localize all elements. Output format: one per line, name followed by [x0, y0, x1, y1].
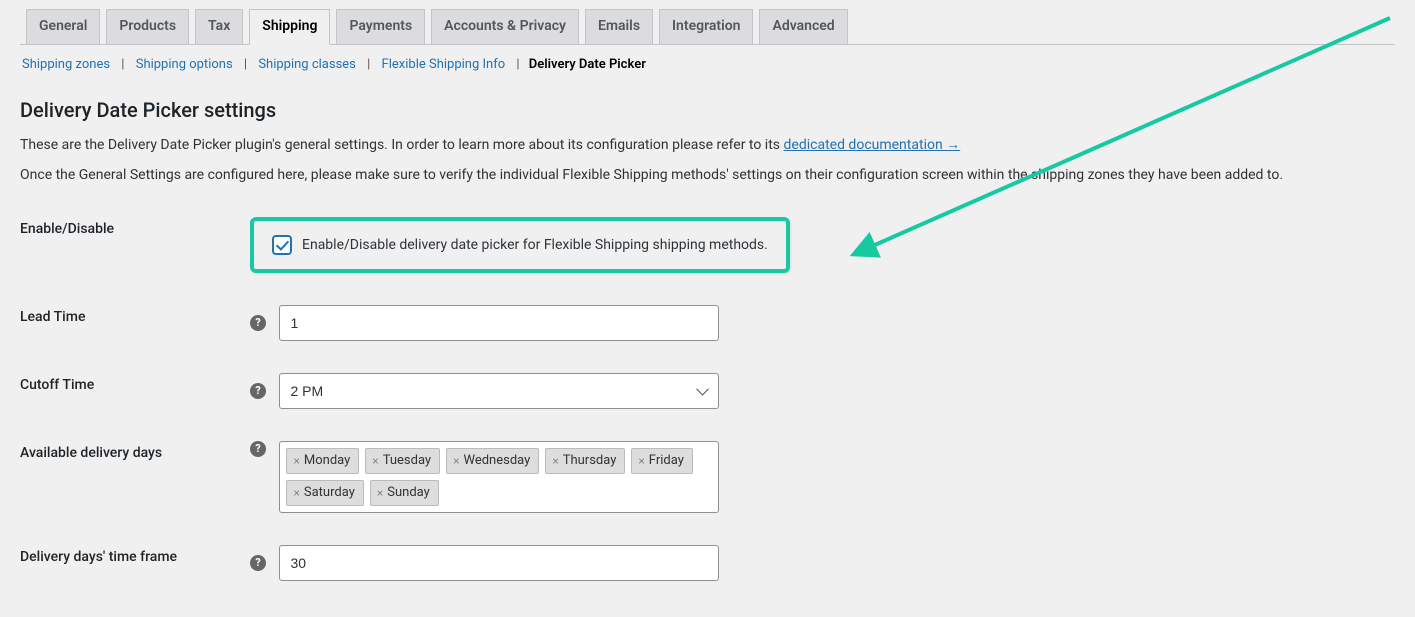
- tab-integration[interactable]: Integration: [659, 9, 753, 44]
- day-token: × Monday: [286, 448, 359, 474]
- page-title: Delivery Date Picker settings: [20, 98, 1395, 122]
- day-token: × Sunday: [370, 480, 439, 506]
- subtab-delivery-date-picker: Delivery Date Picker: [529, 57, 646, 72]
- day-token-label: Wednesday: [464, 453, 531, 468]
- tab-products[interactable]: Products: [106, 9, 189, 44]
- day-token: × Tuesday: [365, 448, 440, 474]
- separator: |: [115, 57, 130, 72]
- day-token-label: Friday: [649, 453, 684, 468]
- help-icon[interactable]: ?: [250, 315, 266, 331]
- day-token-label: Sunday: [387, 485, 430, 500]
- day-token-label: Tuesday: [383, 453, 431, 468]
- enable-disable-description: Enable/Disable delivery date picker for …: [302, 237, 768, 253]
- remove-token-icon[interactable]: ×: [293, 454, 299, 468]
- settings-tabs: General Products Tax Shipping Payments A…: [20, 0, 1395, 45]
- time-frame-input[interactable]: [279, 545, 719, 581]
- separator: |: [238, 57, 253, 72]
- help-icon[interactable]: ?: [250, 441, 266, 457]
- help-icon[interactable]: ?: [250, 555, 266, 571]
- tab-emails[interactable]: Emails: [585, 9, 653, 44]
- day-token: × Thursday: [545, 448, 625, 474]
- intro-paragraph-2: Once the General Settings are configured…: [20, 167, 1395, 183]
- shipping-subtabs: Shipping zones | Shipping options | Ship…: [20, 57, 1395, 72]
- remove-token-icon[interactable]: ×: [453, 454, 459, 468]
- available-days-multiselect[interactable]: × Monday × Tuesday × Wednesday × Thursday × F…: [279, 441, 719, 513]
- cutoff-time-label: Cutoff Time: [20, 357, 250, 425]
- remove-token-icon[interactable]: ×: [372, 454, 378, 468]
- enable-disable-checkbox[interactable]: [272, 235, 292, 255]
- remove-token-icon[interactable]: ×: [638, 454, 644, 468]
- cutoff-time-select[interactable]: 2 PM: [279, 373, 719, 409]
- tab-tax[interactable]: Tax: [195, 9, 243, 44]
- day-token: × Saturday: [286, 480, 363, 506]
- intro-paragraph: These are the Delivery Date Picker plugi…: [20, 136, 1395, 153]
- intro-text: These are the Delivery Date Picker plugi…: [20, 137, 784, 153]
- lead-time-label: Lead Time: [20, 289, 250, 357]
- subtab-shipping-zones[interactable]: Shipping zones: [20, 57, 112, 72]
- day-token-label: Saturday: [304, 485, 355, 500]
- remove-token-icon[interactable]: ×: [552, 454, 558, 468]
- day-token: × Friday: [631, 448, 692, 474]
- separator: |: [510, 57, 525, 72]
- lead-time-input[interactable]: [279, 305, 719, 341]
- tab-payments[interactable]: Payments: [336, 9, 425, 44]
- subtab-shipping-options[interactable]: Shipping options: [134, 57, 235, 72]
- help-icon[interactable]: ?: [250, 383, 266, 399]
- documentation-link[interactable]: dedicated documentation →: [784, 137, 961, 153]
- remove-token-icon[interactable]: ×: [293, 486, 299, 500]
- tab-advanced[interactable]: Advanced: [759, 9, 847, 44]
- subtab-shipping-classes[interactable]: Shipping classes: [256, 57, 358, 72]
- time-frame-label: Delivery days' time frame: [20, 529, 250, 597]
- tab-accounts-privacy[interactable]: Accounts & Privacy: [431, 9, 579, 44]
- enable-disable-label: Enable/Disable: [20, 201, 250, 289]
- settings-form: Enable/Disable Enable/Disable delivery d…: [20, 201, 1395, 597]
- remove-token-icon[interactable]: ×: [377, 486, 383, 500]
- tab-general[interactable]: General: [26, 9, 100, 44]
- available-days-label: Available delivery days: [20, 425, 250, 529]
- enable-disable-highlight: Enable/Disable delivery date picker for …: [250, 217, 790, 273]
- day-token-label: Monday: [304, 453, 350, 468]
- day-token: × Wednesday: [446, 448, 539, 474]
- day-token-label: Thursday: [563, 453, 617, 468]
- tab-shipping[interactable]: Shipping: [249, 9, 330, 45]
- subtab-flexible-shipping-info[interactable]: Flexible Shipping Info: [380, 57, 508, 72]
- separator: |: [361, 57, 376, 72]
